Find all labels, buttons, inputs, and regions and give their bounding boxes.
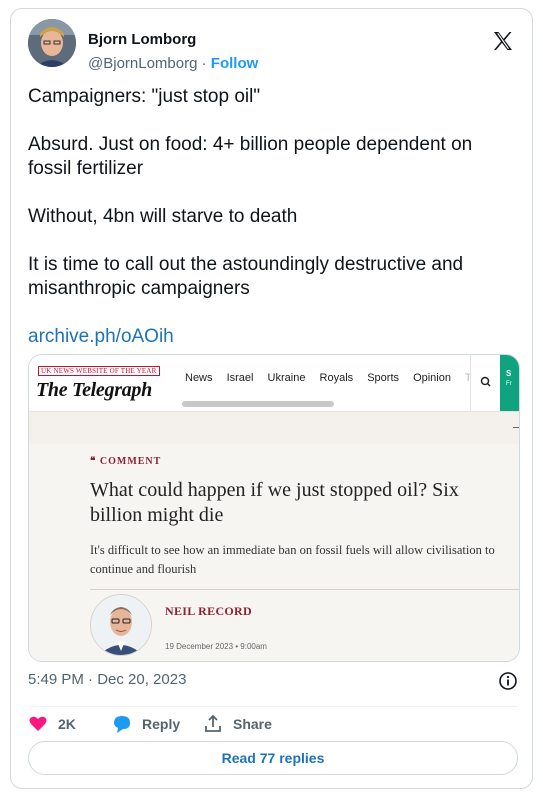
tweet-paragraph: It is time to call out the astoundingly … [28, 254, 464, 299]
telegraph-subbar [29, 411, 519, 445]
x-logo-icon[interactable] [491, 29, 515, 53]
link-preview-image[interactable]: UK NEWS WEBSITE OF THE YEAR The Telegrap… [28, 354, 520, 662]
nav-item: News [185, 372, 213, 384]
nav-item: Royals [319, 372, 354, 384]
share-icon [205, 714, 221, 732]
nav-item: Sports [367, 372, 399, 384]
author-handle-row: @BjornLomborg · Follow [88, 55, 258, 72]
telegraph-header: UK NEWS WEBSITE OF THE YEAR The Telegrap… [29, 355, 519, 411]
follow-button[interactable]: Follow [211, 55, 259, 72]
columnist-name: NEIL RECORD [165, 604, 252, 618]
like-button[interactable]: 2K [28, 712, 76, 736]
reply-label: Reply [142, 716, 181, 732]
nav-item: Israel [226, 372, 254, 384]
tweet-card: Bjorn Lomborg @BjornLomborg · Follow Cam… [10, 8, 533, 789]
info-icon[interactable] [498, 671, 518, 691]
handle-separator: · [201, 55, 207, 72]
teal-text: S [506, 369, 512, 378]
tweet-timestamp-row: 5:49 PM · Dec 20, 2023 [28, 671, 518, 693]
tweet-paragraph: Absurd. Just on food: 4+ billion people … [28, 134, 473, 179]
columnist-photo [90, 594, 152, 656]
share-label: Share [233, 716, 272, 732]
nav-item: Opinion [413, 372, 451, 384]
author-avatar[interactable] [28, 19, 76, 67]
tweet-header: Bjorn Lomborg @BjornLomborg · Follow [28, 19, 515, 72]
telegraph-kicker: UK NEWS WEBSITE OF THE YEAR [38, 366, 160, 376]
like-count: 2K [58, 716, 76, 732]
telegraph-subscribe-badge: S Fr [500, 355, 519, 411]
author-name[interactable]: Bjorn Lomborg [88, 31, 196, 48]
read-replies-button[interactable]: Read 77 replies [28, 741, 518, 775]
telegraph-nav-scrollbar [182, 401, 334, 407]
share-button[interactable]: Share [203, 712, 272, 736]
article-divider [90, 589, 519, 590]
divider [28, 706, 518, 707]
telegraph-article: ❝ COMMENT What could happen if we just s… [29, 444, 519, 661]
tweet-paragraph: Campaigners: "just stop oil" [28, 86, 261, 107]
heart-icon [29, 716, 47, 731]
telegraph-nav: News Israel Ukraine Royals Sports Opinio… [185, 372, 483, 384]
tweet-text: Campaigners: "just stop oil" Absurd. Jus… [28, 85, 518, 373]
tweet-timestamp[interactable]: 5:49 PM · Dec 20, 2023 [28, 671, 186, 688]
section-label: ❝ COMMENT [90, 456, 162, 467]
teal-subtext: Fr [506, 381, 512, 387]
nav-item: Ukraine [267, 372, 306, 384]
article-standfirst: It's difficult to see how an immediate b… [90, 543, 495, 576]
tweet-link[interactable]: archive.ph/oAOih [28, 326, 174, 347]
article-date: 19 December 2023 • 9:00am [165, 642, 267, 651]
reply-button[interactable]: Reply [112, 712, 180, 736]
author-handle[interactable]: @BjornLomborg [88, 55, 197, 72]
tweet-paragraph: Without, 4bn will starve to death [28, 206, 298, 227]
telegraph-search-icon [470, 355, 501, 411]
article-headline: What could happen if we just stopped oil… [90, 479, 459, 526]
reply-bubble-icon [114, 716, 130, 733]
telegraph-logo: The Telegraph [36, 379, 152, 401]
